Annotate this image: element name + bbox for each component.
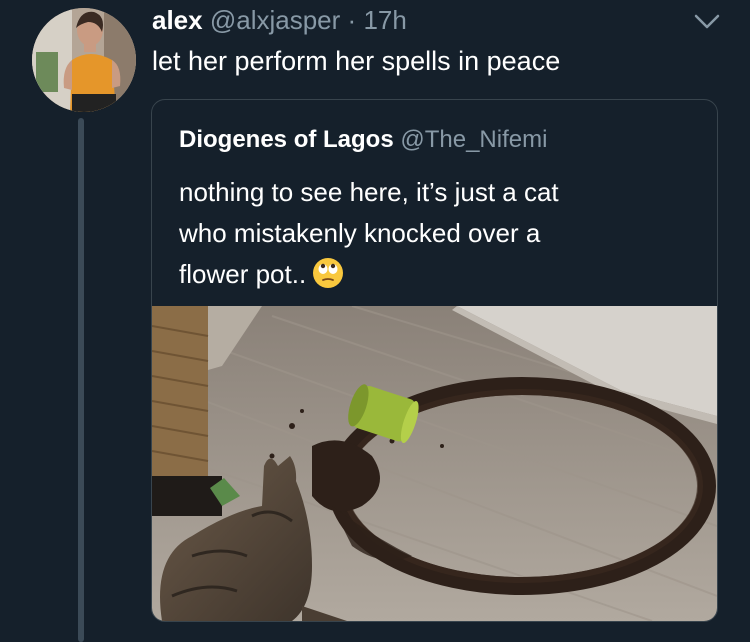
thread-line	[78, 118, 84, 642]
avatar-image	[32, 8, 136, 112]
quoted-tweet-photo[interactable]	[152, 306, 717, 621]
tweet-text: let her perform her spells in peace	[152, 46, 561, 76]
quoted-tweet-header: Diogenes of Lagos @The_Nifemi	[179, 125, 547, 155]
quoted-text-last: flower pot..	[179, 259, 307, 289]
timestamp[interactable]: 17h	[363, 5, 406, 35]
quoted-text-line: flower pot..	[179, 254, 699, 295]
face-with-rolling-eyes-icon	[313, 258, 344, 288]
quoted-text-line: nothing to see here, it’s just a cat	[179, 177, 559, 207]
quoted-tweet-text: nothing to see here, it’s just a cat who…	[179, 172, 699, 295]
author-handle[interactable]: @alxjasper	[210, 5, 340, 35]
tweet-menu-button[interactable]	[690, 8, 724, 36]
chevron-down-icon	[694, 14, 720, 29]
tweet: alex @alxjasper · 17h let her perform he…	[0, 0, 750, 642]
separator-dot: ·	[347, 5, 357, 35]
quoted-text-line: who mistakenly knocked over a	[179, 218, 541, 248]
quoted-tweet[interactable]: Diogenes of Lagos @The_Nifemi nothing to…	[151, 99, 718, 622]
tweet-header: alex @alxjasper · 17h	[152, 4, 407, 36]
cat-flowerpot-photo	[152, 306, 717, 621]
author-name[interactable]: alex	[152, 5, 203, 35]
quoted-author-handle: @The_Nifemi	[400, 126, 548, 153]
avatar[interactable]	[32, 8, 136, 112]
quoted-author-name: Diogenes of Lagos	[179, 126, 394, 153]
